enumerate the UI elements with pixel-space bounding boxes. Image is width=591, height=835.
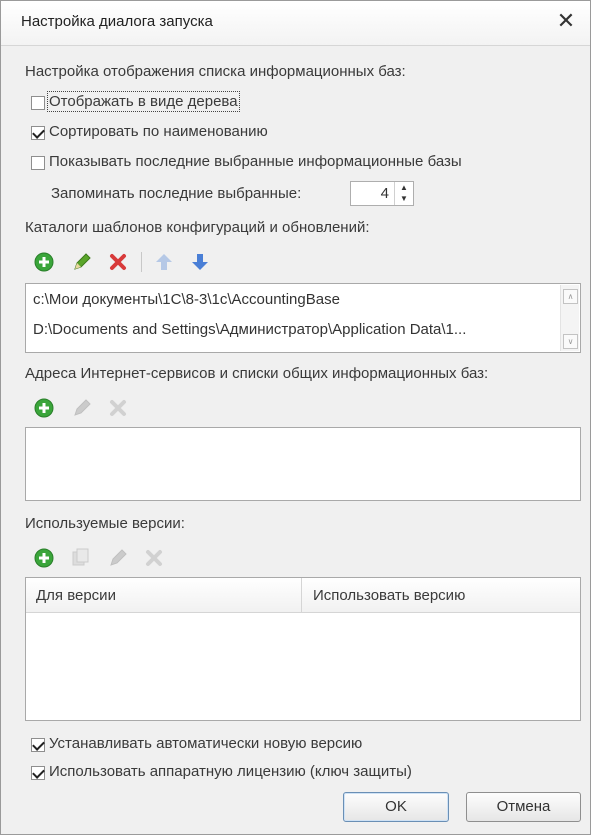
show-tree-label[interactable]: Отображать в виде дерева	[47, 91, 240, 112]
ok-button[interactable]: OK	[343, 792, 449, 822]
column-header-use-version[interactable]: Использовать версию	[313, 587, 465, 604]
toolbar-separator	[141, 252, 142, 272]
scroll-up-icon[interactable]: ∧	[563, 289, 578, 304]
list-item[interactable]: c:\Мои документы\1C\8-3\1c\AccountingBas…	[33, 291, 340, 308]
close-icon[interactable]: ✕	[552, 7, 580, 35]
spinner-down-icon[interactable]: ▼	[395, 193, 413, 204]
edit-icon[interactable]	[107, 547, 129, 569]
versions-section-title: Используемые версии:	[25, 515, 185, 532]
title-bar: Настройка диалога запуска ✕	[1, 1, 590, 46]
dialog-title: Настройка диалога запуска	[21, 13, 213, 30]
settings-dialog: Настройка диалога запуска ✕ Настройка от…	[0, 0, 591, 835]
copy-icon[interactable]	[69, 547, 91, 569]
list-item[interactable]: D:\Documents and Settings\Администратор\…	[33, 321, 466, 338]
versions-table-header: Для версии Использовать версию	[26, 578, 580, 613]
display-section-title: Настройка отображения списка информацион…	[25, 63, 406, 80]
spinner-buttons: ▲ ▼	[394, 182, 413, 205]
column-header-for-version[interactable]: Для версии	[36, 587, 116, 604]
sort-by-name-checkbox[interactable]	[31, 126, 45, 140]
cancel-button[interactable]: Отмена	[466, 792, 581, 822]
add-icon[interactable]	[33, 397, 55, 419]
edit-icon[interactable]	[71, 251, 93, 273]
versions-table[interactable]: Для версии Использовать версию	[25, 577, 581, 721]
add-icon[interactable]	[33, 251, 55, 273]
show-recent-checkbox[interactable]	[31, 156, 45, 170]
auto-install-checkbox[interactable]	[31, 738, 45, 752]
templates-section-title: Каталоги шаблонов конфигураций и обновле…	[25, 219, 370, 236]
delete-icon[interactable]	[143, 547, 165, 569]
internet-section-title: Адреса Интернет-сервисов и списки общих …	[25, 365, 489, 382]
delete-icon[interactable]	[107, 251, 129, 273]
remember-recent-label: Запоминать последние выбранные:	[51, 185, 302, 202]
move-up-icon[interactable]	[153, 251, 175, 273]
scroll-down-icon[interactable]: ∨	[563, 334, 578, 349]
edit-icon[interactable]	[71, 397, 93, 419]
auto-install-label[interactable]: Устанавливать автоматически новую версию	[49, 735, 362, 752]
delete-icon[interactable]	[107, 397, 129, 419]
hardware-license-checkbox[interactable]	[31, 766, 45, 780]
add-icon[interactable]	[33, 547, 55, 569]
templates-scrollbar[interactable]: ∧ ∨	[560, 285, 579, 351]
hardware-license-label[interactable]: Использовать аппаратную лицензию (ключ з…	[49, 763, 412, 780]
move-down-icon[interactable]	[189, 251, 211, 273]
spinner-value[interactable]: 4	[381, 185, 389, 202]
spinner-up-icon[interactable]: ▲	[395, 182, 413, 193]
show-tree-checkbox[interactable]	[31, 96, 45, 110]
show-recent-label[interactable]: Показывать последние выбранные информаци…	[49, 153, 462, 170]
internet-services-list[interactable]	[25, 427, 581, 501]
remember-recent-spinner[interactable]: 4 ▲ ▼	[350, 181, 414, 206]
column-divider[interactable]	[301, 578, 302, 612]
templates-list[interactable]: c:\Мои документы\1C\8-3\1c\AccountingBas…	[25, 283, 581, 353]
sort-by-name-label[interactable]: Сортировать по наименованию	[49, 123, 268, 140]
